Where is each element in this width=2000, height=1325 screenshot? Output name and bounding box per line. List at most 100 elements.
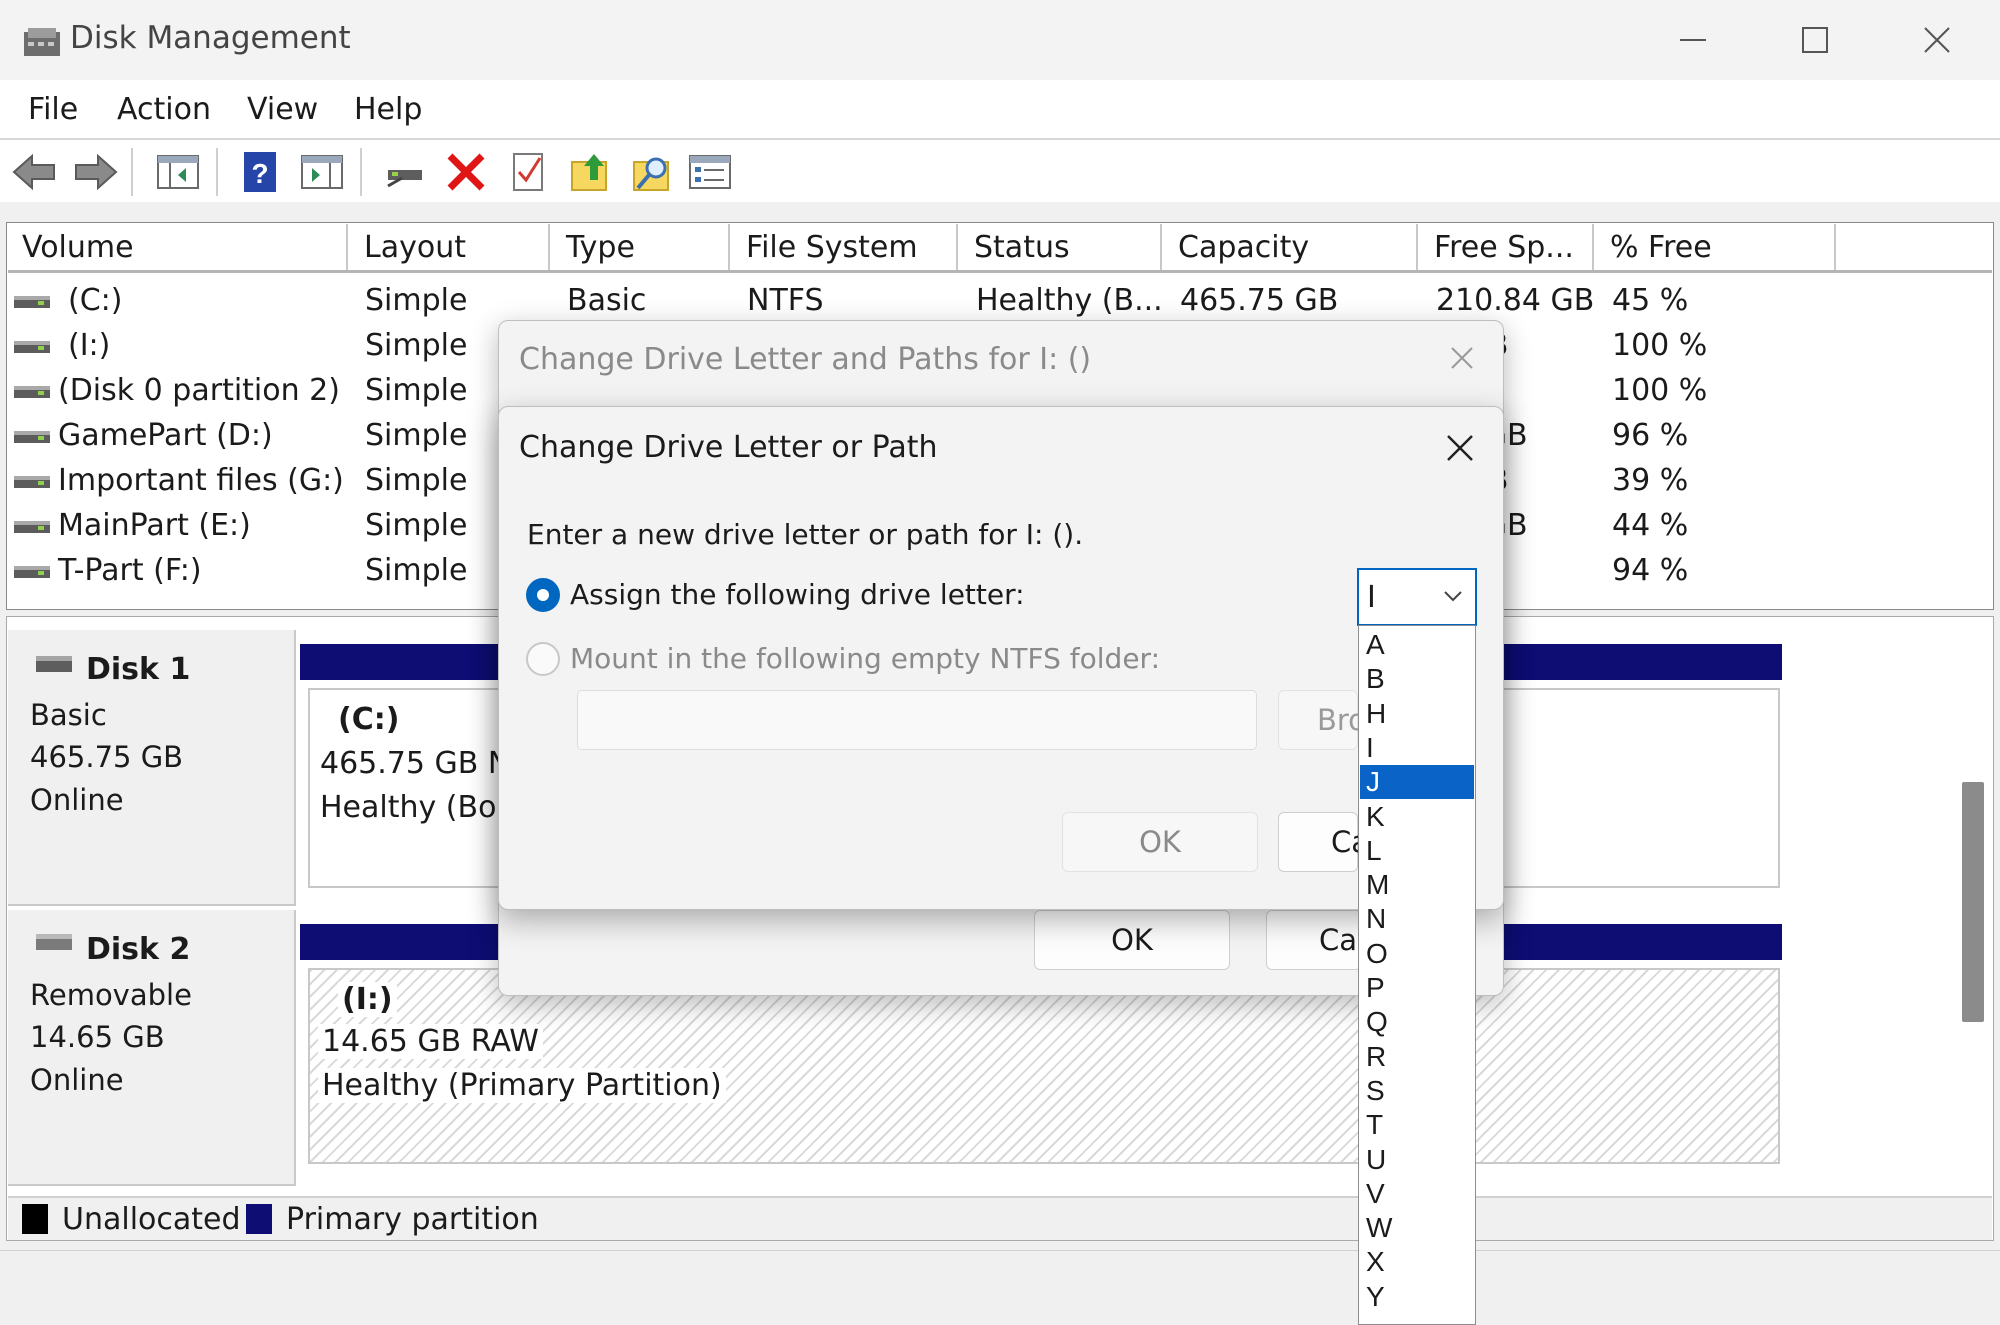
change-letter-close-button[interactable] bbox=[1436, 424, 1484, 472]
drive-letter-option-i[interactable]: I bbox=[1360, 731, 1474, 765]
legend-swatch-primary bbox=[246, 1204, 272, 1234]
change-letter-cancel-button[interactable]: Ca bbox=[1278, 812, 1369, 872]
legend-unallocated: Unallocated bbox=[62, 1202, 241, 1237]
window-title: Disk Management bbox=[70, 20, 351, 56]
partition-i[interactable] bbox=[308, 968, 1780, 1164]
drive-letter-option-m[interactable]: M bbox=[1360, 868, 1474, 902]
column-volume[interactable]: Volume bbox=[8, 224, 348, 272]
menu-file[interactable]: File bbox=[28, 92, 78, 127]
connect-drive-icon[interactable] bbox=[382, 150, 426, 194]
disk-2-size: 14.65 GB bbox=[30, 1020, 165, 1054]
change-paths-close-button[interactable] bbox=[1440, 336, 1484, 380]
mount-folder-label[interactable]: Mount in the following empty NTFS folder… bbox=[570, 642, 1160, 675]
menu-help[interactable]: Help bbox=[354, 92, 422, 127]
back-arrow-icon[interactable] bbox=[12, 150, 56, 194]
column-status[interactable]: Status bbox=[960, 224, 1162, 272]
close-icon bbox=[1451, 347, 1473, 369]
drive-letter-option-u[interactable]: U bbox=[1360, 1143, 1474, 1177]
properties-check-icon[interactable] bbox=[506, 150, 550, 194]
change-paths-ok-button[interactable]: OK bbox=[1034, 910, 1230, 970]
change-paths-dialog-title: Change Drive Letter and Paths for I: () bbox=[519, 342, 1092, 377]
drive-letter-option-h[interactable]: H bbox=[1360, 697, 1474, 731]
drive-letter-option-a[interactable]: A bbox=[1360, 628, 1474, 662]
partition-c-status: Healthy (Boo bbox=[320, 790, 515, 825]
drive-letter-option-q[interactable]: Q bbox=[1360, 1005, 1474, 1039]
drive-letter-option-t[interactable]: T bbox=[1360, 1108, 1474, 1142]
partition-i-status: Healthy (Primary Partition) bbox=[318, 1068, 726, 1103]
cell-percent-free: 100 % bbox=[1612, 328, 1708, 363]
cell-layout: Simple bbox=[365, 553, 468, 588]
minimize-button[interactable] bbox=[1653, 12, 1733, 68]
cell-volume: (C:) bbox=[68, 283, 123, 318]
partition-c-size: 465.75 GB N bbox=[320, 746, 511, 781]
menu-view[interactable]: View bbox=[247, 92, 318, 127]
column-file-system[interactable]: File System bbox=[732, 224, 958, 272]
drive-letter-option-y[interactable]: Y bbox=[1360, 1280, 1474, 1314]
close-window-button[interactable] bbox=[1897, 12, 1977, 68]
export-up-icon[interactable] bbox=[568, 150, 612, 194]
cell-percent-free: 44 % bbox=[1612, 508, 1689, 543]
drive-letter-option-s[interactable]: S bbox=[1360, 1074, 1474, 1108]
partition-i-name: (I:) bbox=[338, 982, 397, 1017]
maximize-button[interactable] bbox=[1775, 12, 1855, 68]
column-free-space[interactable]: Free Sp... bbox=[1420, 224, 1594, 272]
column-percent-free[interactable]: % Free bbox=[1596, 224, 1836, 272]
console-tree-icon[interactable] bbox=[156, 150, 200, 194]
drive-letter-option-b[interactable]: B bbox=[1360, 662, 1474, 696]
disk-2-state: Online bbox=[30, 1063, 124, 1097]
radio-dot bbox=[537, 589, 549, 601]
drive-letter-option-o[interactable]: O bbox=[1360, 937, 1474, 971]
drive-letter-option-r[interactable]: R bbox=[1360, 1040, 1474, 1074]
browse-button[interactable]: Bro bbox=[1278, 690, 1366, 750]
close-icon bbox=[1924, 27, 1950, 53]
find-magnifier-icon[interactable] bbox=[630, 150, 674, 194]
cell-capacity: 465.75 GB bbox=[1180, 283, 1339, 318]
drive-letter-option-l[interactable]: L bbox=[1360, 834, 1474, 868]
cell-free-space: 210.84 GB bbox=[1436, 283, 1595, 318]
change-letter-dialog-title: Change Drive Letter or Path bbox=[519, 430, 938, 465]
drive-letter-option-k[interactable]: K bbox=[1360, 800, 1474, 834]
mount-folder-radio[interactable] bbox=[526, 642, 560, 676]
delete-icon[interactable] bbox=[444, 150, 488, 194]
vertical-scrollbar-thumb[interactable] bbox=[1962, 782, 1984, 1022]
checklist-icon[interactable] bbox=[688, 150, 732, 194]
drive-letter-prompt: Enter a new drive letter or path for I: … bbox=[527, 518, 1084, 551]
cell-percent-free: 96 % bbox=[1612, 418, 1689, 453]
drive-icon bbox=[14, 475, 50, 491]
toolbar-separator bbox=[360, 148, 362, 196]
legend-swatch-unallocated bbox=[22, 1204, 48, 1234]
assign-letter-radio[interactable] bbox=[526, 578, 560, 612]
change-letter-ok-button[interactable]: OK bbox=[1062, 812, 1258, 872]
action-pane-icon[interactable] bbox=[300, 150, 344, 194]
toolbar-separator bbox=[131, 148, 133, 196]
disk-1-name: Disk 1 bbox=[86, 652, 191, 687]
drive-letter-option-n[interactable]: N bbox=[1360, 902, 1474, 936]
maximize-icon bbox=[1802, 27, 1828, 53]
drive-letter-option-p[interactable]: P bbox=[1360, 971, 1474, 1005]
toolbar-separator bbox=[216, 148, 218, 196]
cell-type: Basic bbox=[567, 283, 647, 318]
partition-c-name: (C:) bbox=[338, 702, 400, 737]
cell-layout: Simple bbox=[365, 508, 468, 543]
forward-arrow-icon[interactable] bbox=[74, 150, 118, 194]
disk-2-name: Disk 2 bbox=[86, 932, 191, 967]
drive-letter-option-v[interactable]: V bbox=[1360, 1177, 1474, 1211]
mount-folder-path-input[interactable] bbox=[577, 690, 1257, 750]
chevron-down-icon[interactable] bbox=[1442, 588, 1464, 608]
drive-letter-option-x[interactable]: X bbox=[1360, 1245, 1474, 1279]
drive-letter-option-w[interactable]: W bbox=[1360, 1211, 1474, 1245]
column-capacity[interactable]: Capacity bbox=[1164, 224, 1418, 272]
menu-action[interactable]: Action bbox=[117, 92, 211, 127]
disk-icon bbox=[34, 932, 74, 958]
cell-layout: Simple bbox=[365, 283, 468, 318]
help-icon[interactable]: ? bbox=[238, 150, 282, 194]
disk-management-icon bbox=[22, 24, 62, 60]
cell-file-system: NTFS bbox=[747, 283, 824, 318]
disk-1-size: 465.75 GB bbox=[30, 740, 184, 774]
drive-letter-option-j[interactable]: J bbox=[1360, 765, 1474, 800]
column-type[interactable]: Type bbox=[552, 224, 730, 272]
drive-letter-dropdown-list[interactable]: ABHIJKLMNOPQRSTUVWXY bbox=[1358, 625, 1476, 1325]
assign-letter-label[interactable]: Assign the following drive letter: bbox=[570, 578, 1025, 611]
change-paths-cancel-button[interactable]: Ca bbox=[1266, 910, 1362, 970]
column-layout[interactable]: Layout bbox=[350, 224, 550, 272]
